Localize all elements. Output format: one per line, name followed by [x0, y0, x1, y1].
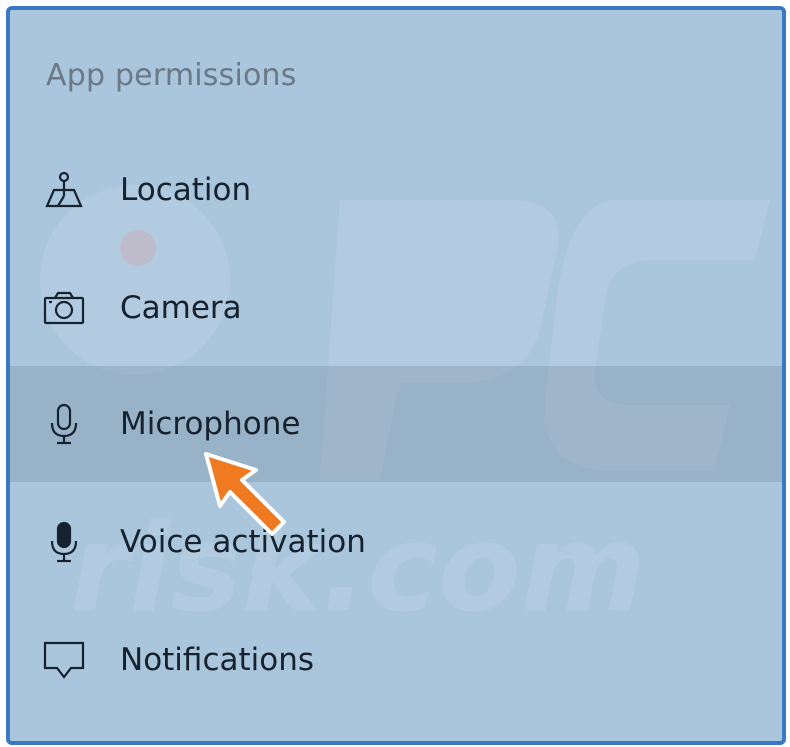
app-permissions-panel: risk.com App permissions Location Camera… [6, 6, 786, 745]
nav-item-notifications[interactable]: Notifications [10, 602, 782, 718]
nav-item-label: Notifications [120, 642, 315, 678]
nav-item-label: Microphone [120, 406, 301, 442]
nav-item-camera[interactable]: Camera [10, 250, 782, 366]
nav-item-voice-activation[interactable]: Voice activation [10, 484, 782, 600]
notifications-icon [42, 638, 86, 682]
nav-item-location[interactable]: Location [10, 132, 782, 248]
pointer-arrow-icon [204, 452, 286, 536]
nav-item-microphone[interactable]: Microphone [10, 366, 782, 482]
camera-icon [42, 286, 86, 330]
nav-item-label: Camera [120, 290, 242, 326]
section-title: App permissions [46, 58, 297, 93]
location-icon [42, 168, 86, 212]
nav-item-label: Location [120, 172, 252, 208]
microphone-icon [42, 402, 86, 446]
voice-activation-icon [42, 520, 86, 564]
